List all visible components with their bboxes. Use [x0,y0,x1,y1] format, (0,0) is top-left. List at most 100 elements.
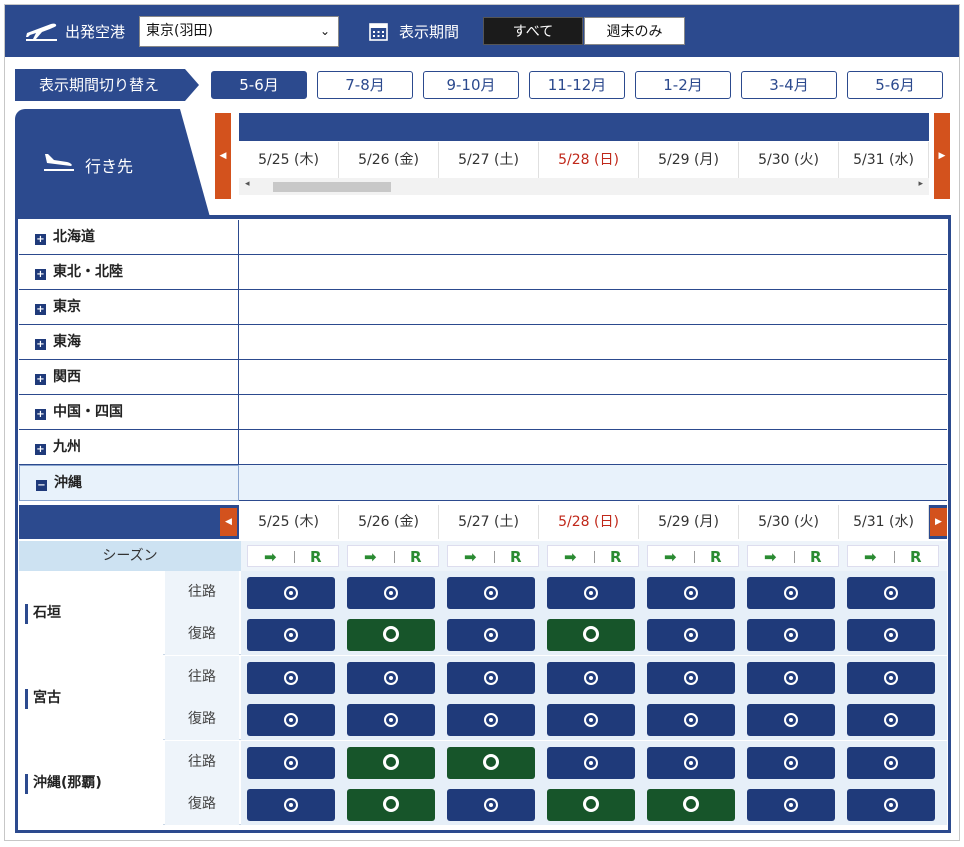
region-name: 沖縄 [54,475,82,491]
expand-plus-icon[interactable]: + [35,374,46,385]
outbound-label: 往路 [188,754,216,770]
next-dates-button[interactable]: ▶ [934,113,950,199]
tab-period-3[interactable]: 11-12月 [529,71,625,99]
seat-limited-button[interactable] [847,704,935,736]
seat-limited-button[interactable] [647,704,735,736]
dot-circle-icon [284,586,298,600]
seat-limited-button[interactable] [847,662,935,694]
region-row-tokai[interactable]: + 東海 [19,325,947,360]
tab-period-6[interactable]: 5-6月 [847,71,943,99]
seat-limited-button[interactable] [247,662,335,694]
tab-period-0[interactable]: 5-6月 [211,71,307,99]
seat-limited-button[interactable] [447,577,535,609]
seat-available-button[interactable] [347,747,435,779]
prev-dates-button[interactable]: ◀ [215,113,231,199]
seat-limited-button[interactable] [547,577,635,609]
outbound-label: 往路 [188,584,216,600]
horizontal-scrollbar[interactable]: ◂ ▸ [239,178,929,195]
seat-limited-button[interactable] [647,662,735,694]
seat-limited-button[interactable] [447,619,535,651]
seat-limited-button[interactable] [247,747,335,779]
seat-limited-button[interactable] [247,789,335,821]
arrow-right-icon: ➡ [864,548,877,566]
seat-limited-button[interactable] [847,577,935,609]
scroll-right-icon[interactable]: ▸ [918,179,923,189]
seat-limited-button[interactable] [747,619,835,651]
region-row-okinawa[interactable]: − 沖縄 [19,465,947,501]
arrow-right-icon: ➡ [664,548,677,566]
scroll-left-icon[interactable]: ◂ [245,179,250,189]
seat-limited-button[interactable] [647,747,735,779]
region-row-tohoku[interactable]: + 東北・北陸 [19,255,947,290]
seat-available-button[interactable] [347,789,435,821]
region-name-cell: + 東京 [19,290,239,324]
prev-dates-button-lower[interactable]: ◀ [220,508,237,536]
seat-limited-button[interactable] [847,619,935,651]
seat-limited-button[interactable] [247,704,335,736]
scrollbar-thumb[interactable] [273,182,391,192]
seat-limited-button[interactable] [747,662,835,694]
seat-limited-button[interactable] [447,704,535,736]
region-row-tokyo[interactable]: + 東京 [19,290,947,325]
tab-period-2[interactable]: 9-10月 [423,71,519,99]
region-row-hokkaido[interactable]: + 北海道 [19,220,947,255]
seat-limited-button[interactable] [647,619,735,651]
seat-limited-button[interactable] [247,619,335,651]
seat-limited-button[interactable] [347,662,435,694]
date-cell: 5/30 (火) [739,505,839,539]
departure-airport-select[interactable]: 東京(羽田) ⌄ [139,16,339,47]
seat-limited-button[interactable] [547,704,635,736]
region-row-chugoku[interactable]: + 中国・四国 [19,395,947,430]
seat-limited-button[interactable] [847,747,935,779]
divider [494,551,495,563]
season-label: シーズン [19,541,241,571]
region-name-cell: + 東海 [19,325,239,359]
seat-limited-button[interactable] [747,704,835,736]
seat-available-button[interactable] [547,619,635,651]
expand-plus-icon[interactable]: + [35,409,46,420]
tab-period-4[interactable]: 1-2月 [635,71,731,99]
dot-circle-icon [484,628,498,642]
region-name-cell: − 沖縄 [19,465,239,501]
seat-limited-button[interactable] [747,747,835,779]
region-row-kyushu[interactable]: + 九州 [19,430,947,465]
expand-plus-icon[interactable]: + [35,234,46,245]
seat-limited-button[interactable] [647,577,735,609]
expand-plus-icon[interactable]: + [35,269,46,280]
seat-limited-button[interactable] [547,747,635,779]
expand-plus-icon[interactable]: + [35,444,46,455]
dot-circle-icon [584,713,598,727]
seat-available-button[interactable] [547,789,635,821]
tab-period-5[interactable]: 3-4月 [741,71,837,99]
tab-period-1[interactable]: 7-8月 [317,71,413,99]
seat-limited-button[interactable] [447,789,535,821]
expand-plus-icon[interactable]: + [35,304,46,315]
seat-limited-button[interactable] [547,662,635,694]
seat-limited-button[interactable] [847,789,935,821]
seat-available-button[interactable] [347,619,435,651]
region-name-cell: + 東北・北陸 [19,255,239,289]
expand-plus-icon[interactable]: + [35,339,46,350]
region-name: 関西 [53,369,81,385]
date-cell: 5/25 (木) [239,142,339,178]
seat-available-button[interactable] [447,747,535,779]
direction-column: 往路 復路 [165,741,239,825]
region-row-kansai[interactable]: + 関西 [19,360,947,395]
seat-grid [241,571,947,655]
dot-circle-icon [684,756,698,770]
seat-limited-button[interactable] [347,704,435,736]
seat-available-button[interactable] [647,789,735,821]
seat-limited-button[interactable] [747,789,835,821]
period-weekend-button[interactable]: 週末のみ [584,17,685,45]
season-r-label: R [710,548,722,566]
next-dates-button-lower[interactable]: ▶ [930,508,947,536]
seat-limited-button[interactable] [347,577,435,609]
period-all-button[interactable]: すべて [483,17,583,45]
seat-limited-button[interactable] [247,577,335,609]
arrow-right-icon: ➡ [764,548,777,566]
collapse-minus-icon[interactable]: − [36,480,47,491]
seat-limited-button[interactable] [447,662,535,694]
circle-icon [583,626,599,642]
seat-limited-button[interactable] [747,577,835,609]
destination-name: 沖縄(那覇) [19,741,163,825]
